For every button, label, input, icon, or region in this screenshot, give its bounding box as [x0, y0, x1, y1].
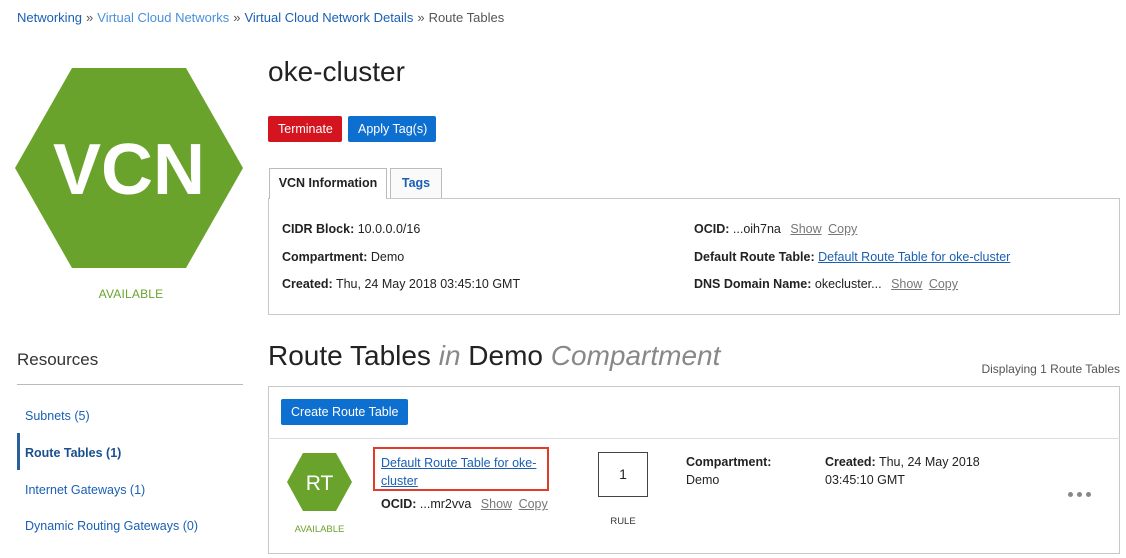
cidr-block-value: 10.0.0.0/16	[357, 222, 421, 236]
route-table-created: Created: Thu, 24 May 2018	[825, 453, 980, 471]
dns-domain-field: DNS Domain Name: okecluster... Show Copy	[694, 277, 958, 291]
route-table-name-link[interactable]: Default Route Table for oke-cluster	[381, 454, 546, 490]
route-table-icon-text: RT	[306, 472, 334, 495]
breadcrumb-vcn-details[interactable]: Virtual Cloud Network Details	[244, 10, 413, 25]
created-label: Created:	[282, 277, 333, 291]
cidr-block-field: CIDR Block: 10.0.0.0/16	[282, 222, 420, 236]
rule-count: 1	[598, 452, 648, 497]
route-table-ocid-label: OCID:	[381, 497, 417, 511]
page-title: oke-cluster	[268, 56, 405, 87]
breadcrumb-networking[interactable]: Networking	[17, 10, 82, 25]
breadcrumb: Networking» Virtual Cloud Networks» Virtua…	[17, 10, 504, 25]
created-value: Thu, 24 May 2018 03:45:10 GMT	[335, 277, 521, 291]
ocid-copy-link[interactable]: Copy	[828, 222, 857, 236]
tab-tags[interactable]: Tags	[390, 168, 442, 198]
heading-in: in	[438, 340, 461, 371]
dns-domain-value: okecluster...	[814, 277, 882, 291]
route-table-created-time: 03:45:10 GMT	[825, 473, 905, 487]
route-table-compartment-value: Demo	[686, 473, 720, 487]
default-route-table-link[interactable]: Default Route Table for oke-cluster	[818, 250, 1010, 264]
route-table-ocid-show-link[interactable]: Show	[481, 497, 512, 511]
vcn-status: AVAILABLE	[98, 287, 164, 301]
displaying-count: Displaying 1 Route Tables	[981, 362, 1120, 376]
breadcrumb-current: Route Tables	[428, 10, 505, 25]
sidebar-item-internet-gateways[interactable]: Internet Gateways (1)	[25, 483, 145, 497]
terminate-button[interactable]: Terminate	[268, 116, 342, 142]
compartment-label: Compartment:	[282, 250, 368, 264]
dns-show-link[interactable]: Show	[891, 277, 922, 291]
list-divider	[268, 438, 1120, 439]
ocid-label: OCID:	[694, 222, 730, 236]
route-table-status: AVAILABLE	[294, 524, 345, 535]
create-route-table-button[interactable]: Create Route Table	[281, 399, 408, 425]
resources-divider	[17, 384, 243, 385]
dns-domain-label: DNS Domain Name:	[694, 277, 812, 291]
ocid-value: ...oih7na	[732, 222, 781, 236]
apply-tags-button[interactable]: Apply Tag(s)	[348, 116, 436, 142]
created-field: Created: Thu, 24 May 2018 03:45:10 GMT	[282, 277, 520, 291]
breadcrumb-separator: »	[86, 10, 94, 25]
heading-compartment: Demo	[468, 340, 543, 371]
route-table-ocid-value: ...mr2vva	[419, 497, 472, 511]
heading-suffix: Compartment	[550, 340, 721, 371]
resources-title: Resources	[17, 350, 99, 369]
route-table-created-label: Created:	[825, 455, 876, 469]
dns-copy-link[interactable]: Copy	[929, 277, 958, 291]
sidebar-item-route-tables[interactable]: Route Tables (1)	[25, 446, 121, 460]
heading-main: Route Tables	[268, 340, 431, 371]
breadcrumb-virtual-cloud-networks[interactable]: Virtual Cloud Networks	[97, 10, 229, 25]
route-tables-heading: Route Tables in Demo Compartment	[268, 340, 720, 372]
sidebar-item-subnets[interactable]: Subnets (5)	[25, 409, 90, 423]
route-table-ocid: OCID: ...mr2vva Show Copy	[381, 497, 548, 511]
ocid-show-link[interactable]: Show	[790, 222, 821, 236]
sidebar-item-dynamic-routing-gateways[interactable]: Dynamic Routing Gateways (0)	[25, 519, 198, 533]
compartment-value: Demo	[370, 250, 405, 264]
rule-label: RULE	[610, 516, 636, 527]
compartment-field: Compartment: Demo	[282, 250, 404, 264]
resources-active-indicator	[17, 433, 20, 470]
route-table-hexagon-icon: RT	[287, 453, 352, 511]
vcn-hexagon-icon: VCN	[15, 68, 243, 268]
ocid-field: OCID: ...oih7na Show Copy	[694, 222, 857, 236]
vcn-icon-text: VCN	[53, 130, 205, 210]
route-table-created-value: Thu, 24 May 2018	[878, 455, 980, 469]
breadcrumb-separator: »	[417, 10, 425, 25]
default-route-table-field: Default Route Table: Default Route Table…	[694, 250, 1010, 264]
default-route-table-label: Default Route Table:	[694, 250, 815, 264]
breadcrumb-separator: »	[233, 10, 241, 25]
tab-vcn-information[interactable]: VCN Information	[269, 168, 387, 199]
more-horizontal-icon[interactable]	[1068, 487, 1094, 501]
cidr-block-label: CIDR Block:	[282, 222, 355, 236]
route-table-ocid-copy-link[interactable]: Copy	[519, 497, 548, 511]
route-table-compartment-label: Compartment:	[686, 455, 772, 469]
